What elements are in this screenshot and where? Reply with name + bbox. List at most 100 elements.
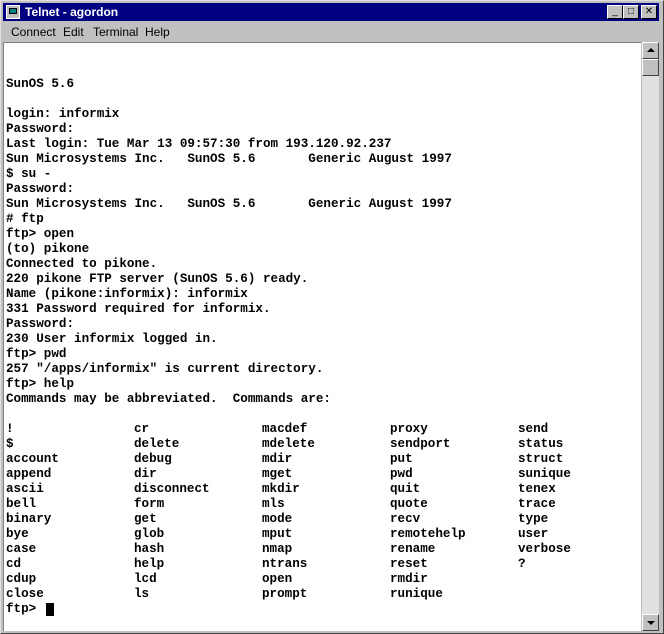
ftp-command: $ <box>6 437 14 451</box>
ftp-command: binary <box>6 512 52 526</box>
ftp-command: mdelete <box>262 437 315 451</box>
ftp-command: remotehelp <box>390 527 466 541</box>
ftp-command: open <box>262 572 293 586</box>
ftp-command: quit <box>390 482 421 496</box>
arrow-down-icon <box>647 621 655 625</box>
terminal-line: ftp> open <box>6 227 75 241</box>
arrow-up-icon <box>647 48 655 52</box>
ftp-command: mls <box>262 497 285 511</box>
terminal-line: 230 User informix logged in. <box>6 332 218 346</box>
ftp-command: mode <box>262 512 293 526</box>
telnet-window: Telnet - agordon _ □ ✕ Connect Edit Term… <box>0 0 664 634</box>
ftp-command: account <box>6 452 59 466</box>
ftp-command: bell <box>6 497 37 511</box>
scroll-down-button[interactable] <box>642 614 659 631</box>
ftp-command: sunique <box>518 467 571 481</box>
vertical-scrollbar[interactable] <box>642 42 659 631</box>
ftp-command: mdir <box>262 452 293 466</box>
ftp-command: pwd <box>390 467 413 481</box>
scroll-thumb[interactable] <box>642 59 659 76</box>
menu-terminal[interactable]: Terminal <box>93 25 138 39</box>
ftp-command: case <box>6 542 37 556</box>
ftp-command: verbose <box>518 542 571 556</box>
ftp-command: append <box>6 467 52 481</box>
ftp-command: ls <box>134 587 150 601</box>
menu-edit[interactable]: Edit <box>63 25 84 39</box>
title-bar[interactable]: Telnet - agordon _ □ ✕ <box>3 3 659 21</box>
ftp-command: sendport <box>390 437 451 451</box>
text-cursor <box>46 603 54 616</box>
terminal-line: SunOS 5.6 <box>6 77 75 91</box>
ftp-command: help <box>134 557 165 571</box>
terminal-line: $ su - <box>6 167 52 181</box>
terminal-line: Password: <box>6 182 75 196</box>
menu-bar: Connect Edit Terminal Help <box>3 22 659 42</box>
ftp-command: form <box>134 497 165 511</box>
ftp-command: close <box>6 587 44 601</box>
ftp-command: debug <box>134 452 172 466</box>
ftp-command: disconnect <box>134 482 210 496</box>
terminal-output[interactable]: SunOS 5.6 login: informix Password: Last lo… <box>3 42 641 631</box>
ftp-command: ascii <box>6 482 44 496</box>
terminal-line: Password: <box>6 317 75 331</box>
terminal-line: 331 Password required for informix. <box>6 302 271 316</box>
ftp-prompt[interactable]: ftp> <box>6 602 44 617</box>
ftp-command: ? <box>518 557 526 571</box>
ftp-command: trace <box>518 497 556 511</box>
ftp-command: send <box>518 422 549 436</box>
telnet-app-icon[interactable] <box>6 5 20 19</box>
close-button[interactable]: ✕ <box>641 5 657 19</box>
ftp-command: cd <box>6 557 22 571</box>
ftp-command: tenex <box>518 482 556 496</box>
ftp-command: lcd <box>134 572 157 586</box>
terminal-line: # ftp <box>6 212 44 226</box>
ftp-command: get <box>134 512 157 526</box>
ftp-command: macdef <box>262 422 308 436</box>
ftp-command: cdup <box>6 572 37 586</box>
ftp-command: mget <box>262 467 293 481</box>
ftp-command: dir <box>134 467 157 481</box>
terminal-line: 220 pikone FTP server (SunOS 5.6) ready. <box>6 272 309 286</box>
terminal-line: Sun Microsystems Inc. SunOS 5.6 Generic … <box>6 152 452 166</box>
ftp-command: ntrans <box>262 557 308 571</box>
terminal-line: Name (pikone:informix): informix <box>6 287 248 301</box>
terminal-line: Password: <box>6 122 75 136</box>
ftp-command: delete <box>134 437 180 451</box>
ftp-command: mkdir <box>262 482 300 496</box>
ftp-command: recv <box>390 512 421 526</box>
ftp-command: nmap <box>262 542 293 556</box>
ftp-command: cr <box>134 422 150 436</box>
ftp-command: runique <box>390 587 443 601</box>
ftp-command: quote <box>390 497 428 511</box>
terminal-line: Connected to pikone. <box>6 257 158 271</box>
minimize-button[interactable]: _ <box>607 5 623 19</box>
ftp-command: hash <box>134 542 165 556</box>
menu-help[interactable]: Help <box>145 25 170 39</box>
terminal-line: ftp> pwd <box>6 347 67 361</box>
terminal-line: Last login: Tue Mar 13 09:57:30 from 193… <box>6 137 392 151</box>
ftp-command: prompt <box>262 587 308 601</box>
maximize-button[interactable]: □ <box>623 5 639 19</box>
menu-connect[interactable]: Connect <box>11 25 56 39</box>
ftp-command: rename <box>390 542 436 556</box>
terminal-line: Sun Microsystems Inc. SunOS 5.6 Generic … <box>6 197 452 211</box>
ftp-command: glob <box>134 527 165 541</box>
ftp-command: proxy <box>390 422 428 436</box>
ftp-command: ! <box>6 422 14 436</box>
ftp-command: type <box>518 512 549 526</box>
window-title: Telnet - agordon <box>25 5 119 19</box>
ftp-command: reset <box>390 557 428 571</box>
terminal-line: (to) pikone <box>6 242 90 256</box>
scroll-up-button[interactable] <box>642 42 659 59</box>
ftp-command: put <box>390 452 413 466</box>
terminal-line: ftp> help <box>6 377 75 391</box>
terminal-line: Commands may be abbreviated. Commands ar… <box>6 392 331 406</box>
ftp-command: status <box>518 437 564 451</box>
ftp-command: struct <box>518 452 564 466</box>
terminal-line: 257 "/apps/informix" is current director… <box>6 362 324 376</box>
ftp-command: bye <box>6 527 29 541</box>
ftp-command: rmdir <box>390 572 428 586</box>
ftp-command: mput <box>262 527 293 541</box>
ftp-command: user <box>518 527 549 541</box>
terminal-line: login: informix <box>6 107 120 121</box>
